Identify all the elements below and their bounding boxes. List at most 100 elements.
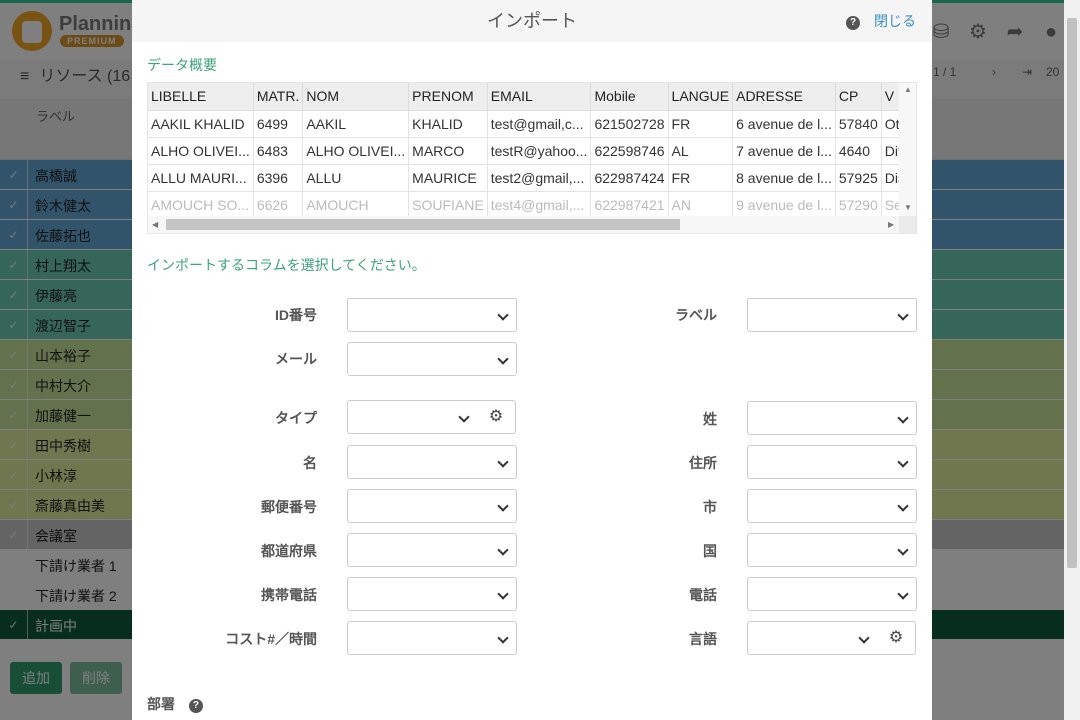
table-cell: ALHO OLIVEI... bbox=[302, 137, 410, 165]
table-cell: test@gmail,c... bbox=[487, 110, 592, 138]
table-cell: ALHO OLIVEI... bbox=[148, 137, 254, 165]
table-row: ALLU MAURI... 6396 ALLU MAURICE test2@gmail,… bbox=[148, 164, 916, 192]
table-cell: 9 avenue de l... bbox=[732, 191, 836, 219]
postal-select[interactable] bbox=[347, 489, 517, 523]
table-cell: MAURICE bbox=[408, 164, 488, 192]
table-row: ALHO OLIVEI... 6483 ALHO OLIVEI... MARCO tes… bbox=[148, 137, 916, 165]
mail-label: メール bbox=[275, 351, 317, 367]
table-cell: AMOUCH bbox=[302, 191, 410, 219]
table-cell: KHALID bbox=[408, 110, 488, 138]
mobile-label: 携帯電話 bbox=[261, 587, 317, 603]
phone-select[interactable] bbox=[747, 577, 917, 611]
scroll-up-icon[interactable]: ▲ bbox=[904, 85, 912, 94]
modal-title: インポート bbox=[487, 11, 577, 31]
first-name-label: 名 bbox=[303, 455, 317, 471]
table-row: AAKIL KHALID 6499 AAKIL KHALID test@gmail,c.… bbox=[148, 110, 916, 138]
table-cell: 57840 bbox=[835, 110, 882, 138]
table-cell: AL bbox=[668, 137, 734, 165]
city-select[interactable] bbox=[747, 489, 917, 523]
prefecture-select[interactable] bbox=[347, 533, 517, 567]
table-body: AAKIL KHALID 6499 AAKIL KHALID test@gmail,c.… bbox=[148, 110, 916, 219]
department-help-icon[interactable]: ? bbox=[188, 699, 203, 713]
table-cell: 622987421 bbox=[590, 191, 669, 219]
table-cell: testR@yahoo... bbox=[487, 137, 592, 165]
table-cell: 6396 bbox=[253, 164, 304, 192]
table-cell: 6 avenue de l... bbox=[732, 110, 836, 138]
table-header-cell: ADRESSE bbox=[732, 83, 836, 111]
address-select[interactable] bbox=[747, 445, 917, 479]
cost-select[interactable] bbox=[347, 621, 517, 655]
type-label: タイプ bbox=[275, 410, 317, 426]
id-label: ID番号 bbox=[275, 307, 317, 323]
table-cell: ALLU bbox=[302, 164, 410, 192]
table-cell: 6626 bbox=[253, 191, 304, 219]
table-cell: 622598746 bbox=[590, 137, 669, 165]
table-cell: ALLU MAURI... bbox=[148, 164, 254, 192]
table-cell: test2@gmail,... bbox=[487, 164, 592, 192]
scroll-down-icon[interactable]: ▼ bbox=[904, 203, 912, 212]
last-name-select[interactable] bbox=[747, 401, 917, 435]
table-row: AMOUCH SO... 6626 AMOUCH SOUFIANE test4@gmai… bbox=[148, 191, 916, 219]
choose-columns-heading: インポートするコラムを選択してください。 bbox=[147, 257, 426, 273]
table-cell: FR bbox=[668, 164, 734, 192]
table-header-cell: PRENOM bbox=[408, 83, 488, 111]
table-cell: AAKIL KHALID bbox=[148, 110, 254, 138]
table-cell: 57290 bbox=[835, 191, 882, 219]
table-cell: 621502728 bbox=[590, 110, 669, 138]
cost-label: コスト#／時間 bbox=[225, 631, 317, 647]
data-overview-heading: データ概要 bbox=[147, 57, 217, 73]
table-vertical-scrollbar[interactable]: ▲ ▼ bbox=[899, 83, 916, 218]
department-heading: 部署 ? bbox=[147, 694, 213, 714]
page-scrollbar[interactable] bbox=[1064, 0, 1080, 720]
table-cell: SOUFIANE bbox=[408, 191, 488, 219]
table-cell: AAKIL bbox=[302, 110, 410, 138]
table-header-cell: MATR. bbox=[253, 83, 304, 111]
table-cell: AN bbox=[668, 191, 734, 219]
table-header-cell: NOM bbox=[302, 83, 410, 111]
label-select[interactable] bbox=[747, 298, 917, 332]
scroll-corner bbox=[899, 216, 916, 233]
table-horizontal-scrollbar[interactable]: ◀ ▶ bbox=[148, 216, 900, 233]
table-cell: test4@gmail,... bbox=[487, 191, 592, 219]
modal-header: インポート ? 閉じる bbox=[132, 0, 932, 42]
language-gear-icon[interactable]: ⚙ bbox=[877, 621, 916, 655]
page-scrollbar-thumb[interactable] bbox=[1067, 18, 1077, 568]
table-horizontal-thumb[interactable] bbox=[166, 219, 680, 230]
language-label: 言語 bbox=[689, 631, 717, 647]
mobile-select[interactable] bbox=[347, 577, 517, 611]
address-label: 住所 bbox=[689, 455, 717, 471]
scroll-left-icon[interactable]: ◀ bbox=[152, 220, 158, 229]
help-icon[interactable]: ? bbox=[846, 16, 861, 30]
scroll-right-icon[interactable]: ▶ bbox=[888, 220, 894, 229]
table-cell: MARCO bbox=[408, 137, 488, 165]
table-header-cell: CP bbox=[835, 83, 882, 111]
last-name-label: 姓 bbox=[703, 411, 717, 427]
phone-label: 電話 bbox=[689, 587, 717, 603]
table-header-cell: EMAIL bbox=[487, 83, 592, 111]
table-header-cell: LANGUE bbox=[668, 83, 734, 111]
table-cell: 6483 bbox=[253, 137, 304, 165]
country-label: 国 bbox=[703, 543, 717, 559]
country-select[interactable] bbox=[747, 533, 917, 567]
table-cell: 4640 bbox=[835, 137, 882, 165]
close-button[interactable]: 閉じる bbox=[874, 13, 916, 29]
mail-select[interactable] bbox=[347, 342, 517, 376]
id-select[interactable] bbox=[347, 298, 517, 332]
table-cell: 622987424 bbox=[590, 164, 669, 192]
table-cell: 57925 bbox=[835, 164, 882, 192]
language-select[interactable] bbox=[747, 621, 878, 655]
table-header-cell: Mobile bbox=[590, 83, 669, 111]
label-field-label: ラベル bbox=[675, 307, 717, 323]
first-name-select[interactable] bbox=[347, 445, 517, 479]
postal-label: 郵便番号 bbox=[261, 499, 317, 515]
table-header-row: LIBELLE MATR. NOM PRENOM EMAIL Mobile LANGUE AD… bbox=[148, 83, 916, 111]
preview-table: LIBELLE MATR. NOM PRENOM EMAIL Mobile LANGUE AD… bbox=[148, 83, 916, 219]
table-cell: AMOUCH SO... bbox=[148, 191, 254, 219]
city-label: 市 bbox=[703, 499, 717, 515]
prefecture-label: 都道府県 bbox=[261, 543, 317, 559]
table-cell: 8 avenue de l... bbox=[732, 164, 836, 192]
type-select[interactable] bbox=[347, 400, 478, 434]
table-cell: FR bbox=[668, 110, 734, 138]
preview-table-container: LIBELLE MATR. NOM PRENOM EMAIL Mobile LANGUE AD… bbox=[147, 82, 917, 234]
type-gear-icon[interactable]: ⚙ bbox=[477, 400, 516, 434]
